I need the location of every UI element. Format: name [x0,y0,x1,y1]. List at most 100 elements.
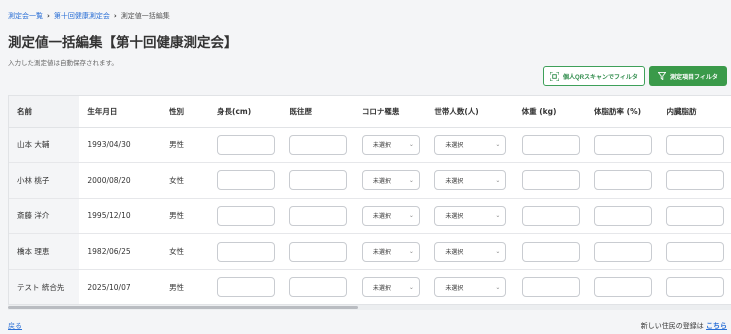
visceral-fat-cell [658,269,731,304]
covid-select[interactable]: 未選択 ⌄ [361,205,420,226]
household-size-cell: 未選択 ⌄ [426,269,513,304]
household-size-cell: 未選択 ⌄ [426,233,514,270]
household-size-select-value: 未選択 [445,177,464,185]
height-input[interactable] [217,205,276,226]
medical-history-input[interactable] [289,170,348,191]
resident-name-cell: 小林 桃子 [9,162,80,199]
item-filter-label: 測定項目フィルタ [670,74,718,81]
body-fat-cell [586,198,659,235]
register-note: 新しい住民の登録は こちら [641,321,727,331]
resident-name-cell: 斎藤 洋介 [9,198,80,235]
weight-input[interactable] [521,205,580,226]
height-input[interactable] [217,241,276,262]
weight-input[interactable] [521,277,580,298]
medical-history-input[interactable] [289,241,348,262]
household-size-select[interactable]: 未選択 ⌄ [434,134,507,155]
column-header-height: 身長(cm) [209,96,282,128]
gender-cell: 男性 [161,198,210,235]
filter-icon [658,72,667,80]
column-header-medical-history: 既往歴 [281,96,354,128]
chevron-down-icon: ⌄ [408,248,414,256]
table-header-row: 名前 生年月日 性別 身長(cm) 既往歴 コロナ罹患 世帯人数(人) 体重 (… [9,96,731,128]
medical-history-input[interactable] [289,277,348,298]
chevron-down-icon: ⌄ [495,283,501,291]
birthdate-cell: 1993/04/30 [79,127,162,164]
household-size-select[interactable]: 未選択 ⌄ [434,170,507,191]
register-link[interactable]: こちら [706,322,727,330]
household-size-cell: 未選択 ⌄ [426,198,514,235]
height-cell [209,162,282,199]
weight-input[interactable] [521,134,580,155]
visceral-fat-cell [658,233,731,270]
household-size-select[interactable]: 未選択 ⌄ [434,241,507,262]
medical-history-input[interactable] [289,205,348,226]
birthdate-cell: 1995/12/10 [79,198,162,235]
covid-cell: 未選択 ⌄ [354,269,426,304]
medical-history-cell [281,127,354,164]
chevron-down-icon: ⌄ [495,212,501,220]
chevron-down-icon: ⌄ [495,176,501,184]
weight-cell [513,127,587,164]
household-size-select-value: 未選択 [445,249,464,257]
weight-cell [513,233,587,270]
covid-cell: 未選択 ⌄ [353,127,427,164]
height-input[interactable] [217,134,276,155]
body-fat-input[interactable] [594,170,653,191]
breadcrumb: 測定会一覧 › 第十回健康測定会 › 測定値一括編集 [8,11,170,21]
qr-scan-filter-button[interactable]: 個人QRスキャンでフィルタ [543,66,645,86]
covid-select-value: 未選択 [372,213,391,221]
body-fat-input[interactable] [594,134,653,155]
weight-input[interactable] [521,170,580,191]
height-cell [209,198,282,235]
covid-select[interactable]: 未選択 ⌄ [361,134,420,155]
weight-cell [513,162,587,199]
visceral-fat-input[interactable] [666,170,725,191]
height-input[interactable] [217,277,276,298]
body-fat-input[interactable] [594,241,653,262]
household-size-select-value: 未選択 [445,284,464,292]
household-size-select[interactable]: 未選択 ⌄ [434,277,507,298]
body-fat-input[interactable] [594,277,653,298]
visceral-fat-input[interactable] [666,277,725,298]
table-row: 橋本 理恵 1982/06/25 女性 未選択 ⌄ 未選択 ⌄ [9,233,731,270]
height-input[interactable] [217,170,276,191]
height-cell [209,269,281,304]
column-header-birthdate: 生年月日 [79,96,162,128]
body-fat-cell [586,127,659,164]
body-fat-cell [586,269,658,304]
covid-cell: 未選択 ⌄ [353,162,427,199]
item-filter-button[interactable]: 測定項目フィルタ [649,66,727,86]
autosave-note: 入力した測定値は自動保存されます。 [8,59,118,67]
height-cell [209,233,282,270]
weight-cell [514,269,586,304]
covid-cell: 未選択 ⌄ [353,233,427,270]
covid-select[interactable]: 未選択 ⌄ [361,241,420,262]
gender-cell: 男性 [161,127,210,164]
covid-select[interactable]: 未選択 ⌄ [361,277,420,298]
breadcrumb-item-event[interactable]: 第十回健康測定会 [54,11,110,21]
qr-scan-filter-label: 個人QRスキャンでフィルタ [563,74,638,81]
chevron-down-icon: ⌄ [408,141,414,149]
column-header-household-size: 世帯人数(人) [426,96,514,128]
breadcrumb-item-events[interactable]: 測定会一覧 [8,11,43,21]
measurement-table-container[interactable]: 名前 生年月日 性別 身長(cm) 既往歴 コロナ罹患 世帯人数(人) 体重 (… [8,95,731,305]
table-row: 小林 桃子 2000/08/20 女性 未選択 ⌄ 未選択 ⌄ [9,162,731,199]
medical-history-input[interactable] [289,134,348,155]
visceral-fat-input[interactable] [666,205,725,226]
visceral-fat-input[interactable] [666,134,725,155]
weight-input[interactable] [521,241,580,262]
back-link[interactable]: 戻る [8,321,22,331]
medical-history-cell [281,233,354,270]
covid-select[interactable]: 未選択 ⌄ [361,170,420,191]
chevron-down-icon: ⌄ [495,141,501,149]
household-size-select[interactable]: 未選択 ⌄ [434,205,507,226]
body-fat-input[interactable] [594,205,653,226]
birthdate-cell: 2025/10/07 [87,282,131,292]
household-size-cell: 未選択 ⌄ [426,127,514,164]
column-header-body-fat: 体脂肪率 (%) [586,96,659,128]
horizontal-scrollbar-thumb[interactable] [8,306,358,309]
height-cell [209,127,282,164]
chevron-down-icon: ⌄ [408,212,414,220]
visceral-fat-input[interactable] [666,241,725,262]
column-header-weight: 体重 (kg) [513,96,587,128]
